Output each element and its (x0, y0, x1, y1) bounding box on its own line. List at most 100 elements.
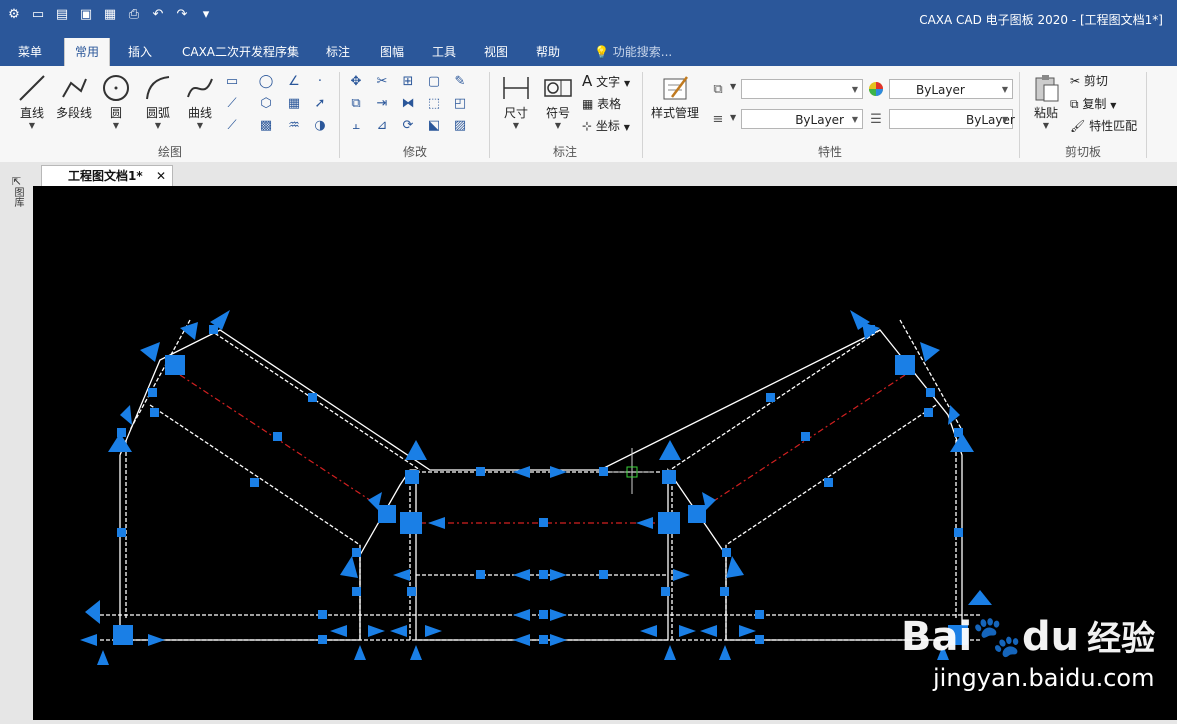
ribbon-tabs: 菜单 常用 插入 CAXA二次开发程序集 标注 图幅 工具 视图 帮助 💡 功能… (0, 38, 1177, 66)
dropdown-arrow-icon: ▼ (1042, 121, 1050, 130)
watermark-brand-a: Bai (901, 614, 973, 660)
linetype-select[interactable]: ByLayer ▼ (741, 109, 863, 129)
drawing-outline (100, 319, 980, 641)
eraser-icon[interactable]: ✎ (452, 74, 468, 90)
coordinate-button[interactable]: ⊹ 坐标 ▼ (582, 117, 630, 134)
extend-icon[interactable]: ⇥ (374, 96, 390, 112)
match-properties-button[interactable]: 🖌 特性匹配 (1070, 117, 1137, 134)
annotate-group-label: 标注 (552, 145, 577, 159)
paste-button[interactable]: 粘贴 ▼ (1026, 72, 1066, 130)
tab-common[interactable]: 常用 (64, 38, 111, 66)
new-file-icon[interactable]: ▭ (30, 7, 46, 23)
symbol-label: 符号 (545, 106, 570, 120)
print-icon[interactable]: ⎙ (126, 7, 142, 23)
break-icon[interactable]: ⫠ (348, 118, 364, 134)
library-panel-tab[interactable]: ⇱ 图库 (12, 176, 26, 207)
tab-annotate[interactable]: 标注 (316, 38, 360, 66)
customize-qat-icon[interactable]: ▾ (198, 7, 214, 23)
curve-button[interactable]: 曲线 ▼ (182, 72, 218, 130)
watermark-url: jingyan.baidu.com (933, 664, 1155, 692)
lineweight-select[interactable]: ByLayer ▼ (889, 109, 1015, 129)
save-icon[interactable]: ▣ (78, 7, 94, 23)
tab-tools[interactable]: 工具 (422, 38, 466, 66)
watermark-brand-b: du (1022, 614, 1080, 660)
curve-icon (184, 72, 216, 104)
tab-insert[interactable]: 插入 (118, 38, 162, 66)
arc-icon (142, 72, 174, 104)
point-icon[interactable]: · (312, 74, 328, 90)
move-icon[interactable]: ✥ (348, 74, 364, 90)
arc-button[interactable]: 圆弧 ▼ (140, 72, 176, 130)
dropdown-arrow-icon: ▼ (623, 79, 631, 88)
center-lines (179, 374, 906, 524)
angle-line-icon[interactable]: ∠ (286, 74, 302, 90)
table-button[interactable]: ▦ 表格 (582, 95, 621, 112)
open-file-icon[interactable]: ▤ (54, 7, 70, 23)
brush-icon: 🖌 (1070, 119, 1086, 133)
save-as-icon[interactable]: ▦ (102, 7, 118, 23)
polyline-icon (58, 72, 90, 104)
array-icon[interactable]: ⊞ (400, 74, 416, 90)
rectangle-icon[interactable]: ▭ (224, 74, 240, 90)
block-icon[interactable]: ▩ (258, 118, 274, 134)
color-wheel-icon[interactable] (868, 81, 884, 97)
rotate-icon[interactable]: ⟳ (400, 118, 416, 134)
mirror-icon[interactable]: ⧓ (400, 96, 416, 112)
style-manager-button[interactable]: 样式管理 (648, 72, 702, 121)
offset-icon[interactable]: ▢ (426, 74, 442, 90)
linetype-value: ByLayer (795, 113, 844, 127)
text-label: 文字 (596, 75, 621, 89)
paste-icon (1030, 72, 1062, 104)
ellipse-icon[interactable]: ◯ (258, 74, 274, 90)
layer-select[interactable]: ▼ (741, 79, 863, 99)
arrow-icon[interactable]: ➚ (312, 96, 328, 112)
scale-icon[interactable]: ⬚ (426, 96, 442, 112)
color-select[interactable]: ByLayer ▼ (889, 79, 1013, 99)
hatch-line-icon[interactable]: ⟋ (224, 96, 240, 112)
tab-menu[interactable]: 菜单 (8, 38, 52, 66)
copy-objects-icon[interactable]: ⧉ (348, 96, 364, 112)
document-tabs: 工程图文档1* ✕ (33, 162, 1177, 187)
linetype-icon[interactable]: ≡ (710, 112, 726, 128)
tab-document[interactable]: 工程图文档1* ✕ (41, 165, 173, 187)
fillet-icon[interactable]: ◰ (452, 96, 468, 112)
tab-sheet[interactable]: 图幅 (370, 38, 414, 66)
watermark-brand-c: 经验 (1087, 619, 1156, 659)
lineweight-icon[interactable]: ☰ (868, 112, 884, 128)
polygon-icon[interactable]: ⬡ (258, 96, 274, 112)
copy-button[interactable]: ⧉ 复制 ▼ (1070, 95, 1116, 112)
dropdown-arrow-icon: ▼ (623, 123, 630, 132)
copy-label: 复制 (1082, 97, 1107, 111)
close-icon[interactable]: ✕ (156, 166, 166, 187)
window-title: CAXA CAD 电子图板 2020 - [工程图文档1*] (919, 13, 1163, 27)
undo-icon[interactable]: ↶ (150, 7, 166, 23)
hatch-icon[interactable]: ▦ (286, 96, 302, 112)
drawing-canvas[interactable]: Bai🐾du 经验 jingyan.baidu.com (33, 186, 1177, 720)
construction-line-icon[interactable]: ⟋ (224, 118, 240, 134)
dimension-button[interactable]: 尺寸 ▼ (496, 72, 536, 130)
spline-icon[interactable]: ♒ (286, 118, 302, 134)
dropdown-arrow-icon: ▼ (1001, 115, 1008, 124)
circle-label: 圆 (109, 106, 122, 120)
explode-icon[interactable]: ⬕ (426, 118, 442, 134)
edit-icon[interactable]: ▨ (452, 118, 468, 134)
tab-view[interactable]: 视图 (474, 38, 518, 66)
dropdown-arrow-icon: ▼ (730, 82, 737, 91)
circle-button[interactable]: 圆 ▼ (98, 72, 134, 130)
app-logo-icon[interactable]: ⚙ (6, 7, 22, 23)
redo-icon[interactable]: ↷ (174, 7, 190, 23)
modify-group-label: 修改 (402, 145, 427, 159)
tab-help[interactable]: 帮助 (526, 38, 570, 66)
table-icon: ▦ (582, 97, 594, 111)
tab-caxa-dev[interactable]: CAXA二次开发程序集 (172, 38, 309, 66)
trim-icon[interactable]: ✂ (374, 74, 390, 90)
layer-icon[interactable]: ⧉ (710, 82, 726, 98)
stretch-icon[interactable]: ⊿ (374, 118, 390, 134)
line-button[interactable]: 直线 ▼ (12, 72, 52, 130)
function-search[interactable]: 💡 功能搜索... (594, 38, 672, 66)
polyline-button[interactable]: 多段线 (54, 72, 94, 121)
symbol-button[interactable]: 符号 ▼ (540, 72, 576, 130)
text-button[interactable]: A 文字 ▼ (582, 72, 630, 90)
fill-icon[interactable]: ◑ (312, 118, 328, 134)
cut-button[interactable]: ✂ 剪切 (1070, 72, 1108, 89)
